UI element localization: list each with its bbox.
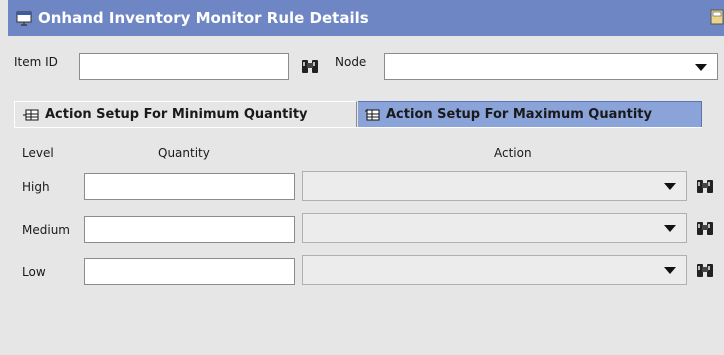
action-header: Action	[494, 146, 532, 160]
window-icon	[16, 11, 32, 26]
tab-divider	[14, 127, 702, 128]
node-select[interactable]	[384, 53, 718, 80]
level-low-label: Low	[22, 265, 46, 279]
low-quantity-input[interactable]	[84, 258, 295, 285]
medium-action-select[interactable]	[302, 213, 687, 243]
node-label: Node	[335, 55, 367, 69]
level-header: Level	[22, 146, 54, 160]
tab-table-icon	[23, 109, 39, 120]
tab-maximum-quantity[interactable]: Action Setup For Maximum Quantity	[358, 101, 702, 127]
chevron-down-icon	[664, 267, 676, 274]
medium-action-lookup-button[interactable]	[694, 217, 716, 239]
tab-maximum-label: Action Setup For Maximum Quantity	[386, 107, 652, 122]
level-high-label: High	[22, 180, 50, 194]
item-id-text[interactable]	[80, 54, 288, 79]
tab-minimum-quantity[interactable]: Action Setup For Minimum Quantity	[14, 101, 357, 127]
item-id-input[interactable]	[79, 53, 289, 80]
title-bar: Onhand Inventory Monitor Rule Details	[8, 0, 724, 36]
chevron-down-icon	[695, 63, 707, 71]
chevron-down-icon	[664, 183, 676, 190]
restore-icon[interactable]	[710, 9, 724, 25]
high-action-lookup-button[interactable]	[694, 175, 716, 197]
high-action-select[interactable]	[302, 171, 687, 201]
medium-quantity-input[interactable]	[84, 216, 295, 243]
low-action-lookup-button[interactable]	[694, 259, 716, 281]
level-medium-label: Medium	[22, 223, 70, 237]
item-lookup-button[interactable]	[299, 55, 321, 77]
chevron-down-icon	[664, 225, 676, 232]
quantity-header: Quantity	[158, 146, 210, 160]
low-action-select[interactable]	[302, 255, 687, 285]
item-id-label: Item ID	[14, 55, 58, 69]
binoculars-icon	[697, 180, 713, 193]
high-quantity-text[interactable]	[85, 174, 294, 199]
low-quantity-text[interactable]	[85, 259, 294, 284]
binoculars-icon	[302, 60, 318, 73]
tab-minimum-label: Action Setup For Minimum Quantity	[45, 107, 308, 122]
binoculars-icon	[697, 264, 713, 277]
tab-table-icon	[365, 108, 380, 120]
medium-quantity-text[interactable]	[85, 217, 294, 242]
window-title: Onhand Inventory Monitor Rule Details	[38, 9, 369, 27]
high-quantity-input[interactable]	[84, 173, 295, 200]
binoculars-icon	[697, 222, 713, 235]
